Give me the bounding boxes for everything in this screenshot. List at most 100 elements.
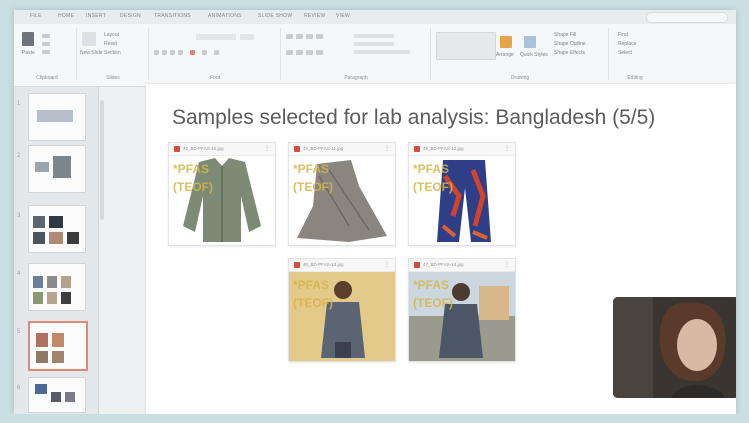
slide-thumbnail-1[interactable] [28,93,86,141]
strikethrough-icon[interactable] [178,50,183,55]
person-photo: *PFAS (TEOF) [289,272,395,361]
increase-indent-icon[interactable] [316,34,323,39]
tab-file[interactable]: FILE [30,13,42,19]
find-button[interactable]: Find [618,32,628,38]
slide-thumbnail-panel: 1 2 3 4 5 6 [14,87,99,414]
file-name: 47_BD-PFAS-14.jpg [423,262,464,267]
more-options-icon[interactable]: ⋮ [384,261,390,268]
editing-group: Find Replace Select Editing [610,28,660,81]
clipboard-group: Paste Clipboard [18,28,77,81]
align-left-icon[interactable] [286,50,293,55]
shape-effects-button[interactable]: Shape Effects [554,50,585,56]
slides-label: Slides [106,75,120,81]
ribbon-tabs: FILE HOME INSERT DESIGN TRANSITIONS ANIM… [14,10,736,24]
char-spacing-icon[interactable] [202,50,207,55]
smartart-icon[interactable] [354,50,410,54]
search-box[interactable] [646,12,728,23]
slide-thumbnail-2[interactable] [28,145,86,193]
quick-styles-button[interactable]: Quick Styles [520,52,548,58]
card-header: 43_BD-PFAS-10.jpg ⋮ [169,143,275,156]
paste-icon[interactable] [22,32,34,46]
quick-styles-icon[interactable] [524,36,536,48]
numbering-icon[interactable] [296,34,303,39]
pants-image: *PFAS (TEOF) [409,156,515,245]
thumb-number: 5 [17,329,21,335]
image-file-icon [294,146,300,152]
change-case-icon[interactable] [214,50,219,55]
more-options-icon[interactable]: ⋮ [504,261,510,268]
image-card[interactable]: 44_BD-PFAS-11.jpg ⋮ *PFAS (TEOF) [288,142,396,246]
text-direction-icon[interactable] [354,34,394,38]
thumb-number: 4 [17,271,21,277]
more-options-icon[interactable]: ⋮ [264,145,270,152]
align-right-icon[interactable] [306,50,313,55]
font-group: Font [150,28,281,81]
drawing-label: Drawing [510,75,530,81]
copy-icon[interactable] [42,42,50,46]
select-button[interactable]: Select [618,50,632,56]
watermark-line-1: *PFAS [293,162,330,176]
shape-outline-button[interactable]: Shape Outline [554,41,586,47]
font-color-icon[interactable] [190,50,195,55]
font-name-box[interactable] [196,34,236,40]
tab-view[interactable]: VIEW [336,13,350,19]
image-file-icon [414,146,420,152]
underline-icon[interactable] [170,50,175,55]
watermark-line-2: (TEOF) [413,296,453,310]
clipboard-label: Clipboard [36,75,58,81]
tab-design[interactable]: DESIGN [120,13,141,19]
image-card[interactable]: 46_BD-PFAS-13.jpg ⋮ *PFAS (TEOF) [288,258,396,362]
jacket-image: *PFAS (TEOF) [169,156,275,245]
new-slide-button[interactable]: New Slide [80,50,103,56]
slide-thumbnail-3[interactable] [28,205,86,253]
person-photo: *PFAS (TEOF) [409,272,515,361]
new-slide-icon[interactable] [82,32,96,46]
more-options-icon[interactable]: ⋮ [384,145,390,152]
section-button[interactable]: Section [104,50,121,56]
tab-review[interactable]: REVIEW [304,13,326,19]
paste-button[interactable]: Paste [22,50,35,56]
justify-icon[interactable] [316,50,323,55]
arrange-icon[interactable] [500,36,512,48]
reset-button[interactable]: Reset [104,41,117,47]
slide-thumbnail-5[interactable] [28,321,88,371]
format-painter-icon[interactable] [42,50,50,54]
tab-transitions[interactable]: TRANSITIONS [154,13,191,19]
garment-image: *PFAS (TEOF) [289,156,395,245]
replace-button[interactable]: Replace [618,41,636,47]
italic-icon[interactable] [162,50,167,55]
font-size-box[interactable] [240,34,254,40]
watermark-line-2: (TEOF) [173,180,213,194]
drawing-group: Arrange Quick Styles Shape Fill Shape Ou… [432,28,609,81]
file-name: 46_BD-PFAS-13.jpg [303,262,344,267]
tab-home[interactable]: HOME [58,13,74,19]
slide-thumbnail-4[interactable] [28,263,86,311]
watermark-line-1: *PFAS [413,162,450,176]
file-name: 44_BD-PFAS-11.jpg [303,146,344,151]
image-file-icon [174,146,180,152]
layout-button[interactable]: Layout [104,32,119,38]
tab-slide-show[interactable]: SLIDE SHOW [258,13,292,19]
arrange-button[interactable]: Arrange [496,52,514,58]
decrease-indent-icon[interactable] [306,34,313,39]
tab-insert[interactable]: INSERT [86,13,106,19]
image-file-icon [414,262,420,268]
more-options-icon[interactable]: ⋮ [504,145,510,152]
align-text-icon[interactable] [354,42,394,46]
image-card[interactable]: 43_BD-PFAS-10.jpg ⋮ *PFAS (TEOF) [168,142,276,246]
bold-icon[interactable] [154,50,159,55]
bullets-icon[interactable] [286,34,293,39]
slide-title[interactable]: Samples selected for lab analysis: Bangl… [172,106,655,130]
image-card[interactable]: 45_BD-PFAS-12.jpg ⋮ *PFAS (TEOF) [408,142,516,246]
card-header: 46_BD-PFAS-13.jpg ⋮ [289,259,395,272]
watermark-line-1: *PFAS [173,162,210,176]
align-center-icon[interactable] [296,50,303,55]
thumbnail-scrollbar[interactable] [100,100,104,220]
slide-thumbnail-6[interactable] [28,377,86,413]
watermark-line-2: (TEOF) [293,180,333,194]
tab-animations[interactable]: ANIMATIONS [208,13,242,19]
image-card[interactable]: 47_BD-PFAS-14.jpg ⋮ *PFAS (TEOF) [408,258,516,362]
shape-fill-button[interactable]: Shape Fill [554,32,576,38]
cut-icon[interactable] [42,34,50,38]
shapes-gallery[interactable] [436,32,496,60]
